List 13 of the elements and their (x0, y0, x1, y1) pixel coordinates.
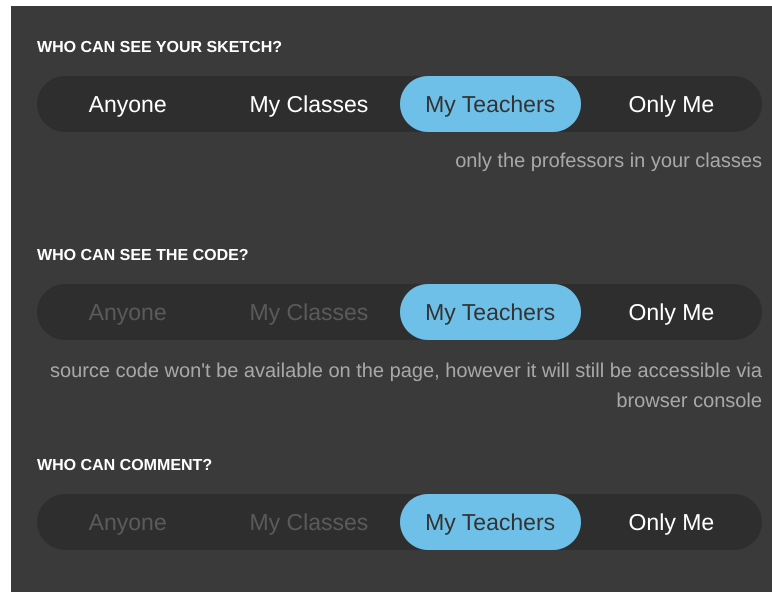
section-heading: WHO CAN SEE YOUR SKETCH? (37, 38, 284, 58)
option-tab[interactable]: My Teachers (400, 284, 581, 340)
option-tab[interactable]: Only Me (580, 494, 762, 550)
option-tab[interactable]: Only Me (580, 76, 762, 132)
option-tab[interactable]: Only Me (580, 284, 762, 340)
option-tab[interactable]: Anyone (37, 76, 218, 132)
section-heading: WHO CAN COMMENT? (37, 456, 214, 476)
option-tab[interactable]: My Teachers (400, 494, 581, 550)
hint-text: source code won't be available on the page, however it will still be accessible via browser console (49, 359, 762, 414)
section-heading: WHO CAN SEE THE CODE? (37, 246, 250, 266)
hint-text: only the professors in your classes (454, 149, 762, 174)
option-tab[interactable]: My Teachers (400, 76, 581, 132)
option-tab[interactable]: My Classes (218, 76, 400, 132)
